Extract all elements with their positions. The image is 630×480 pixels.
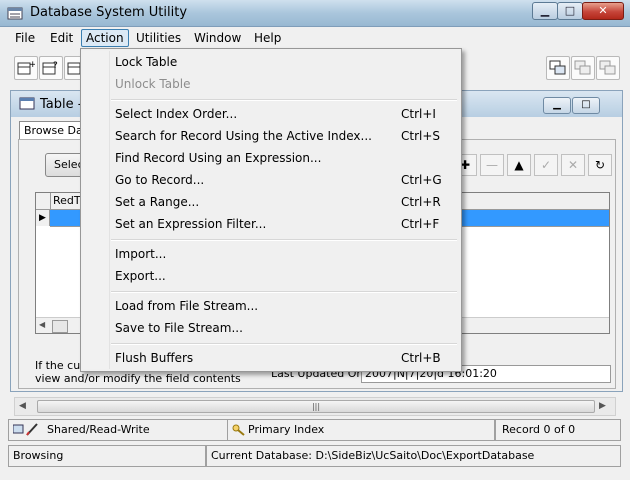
window-title: Database System Utility bbox=[30, 5, 188, 20]
cancel-edit-button[interactable]: ✕ bbox=[561, 154, 585, 176]
arrange-windows-icon bbox=[599, 60, 616, 75]
status-access-panel: Shared/Read-Write bbox=[8, 419, 228, 441]
menu-item-import[interactable]: Import... bbox=[113, 243, 457, 265]
menu-item-set-range[interactable]: Set a Range... Ctrl+R bbox=[113, 191, 457, 213]
mdi-scroll-thumb[interactable]: ||| bbox=[37, 400, 595, 413]
menu-item-select-index-order[interactable]: Select Index Order... Ctrl+I bbox=[113, 103, 457, 125]
maximize-button[interactable]: □ bbox=[557, 2, 583, 20]
edit-record-button[interactable]: ▲ bbox=[507, 154, 531, 176]
menu-item-set-expression-filter[interactable]: Set an Expression Filter... Ctrl+F bbox=[113, 213, 457, 235]
check-icon: ✓ bbox=[540, 158, 552, 172]
mdi-horizontal-scrollbar[interactable]: ◀ ||| ▶ bbox=[14, 397, 616, 416]
menu-item-flush-buffers[interactable]: Flush Buffers Ctrl+B bbox=[113, 347, 457, 369]
scroll-left-icon[interactable]: ◀ bbox=[19, 401, 26, 411]
menu-item-export[interactable]: Export... bbox=[113, 265, 457, 287]
menu-separator bbox=[111, 291, 457, 293]
triangle-up-icon: ▲ bbox=[514, 158, 524, 172]
menu-bar: File Edit Action Utilities Window Help bbox=[0, 27, 630, 48]
menu-icon-gutter bbox=[83, 51, 110, 369]
status-bar-top: Shared/Read-Write Primary Index Record 0… bbox=[8, 419, 621, 441]
svg-text:?: ? bbox=[53, 61, 58, 71]
x-icon: ✕ bbox=[567, 158, 579, 172]
child-maximize-button[interactable]: □ bbox=[572, 97, 600, 114]
menu-separator bbox=[111, 239, 457, 241]
database-app-icon bbox=[7, 7, 23, 20]
cascade-windows-icon bbox=[549, 60, 566, 75]
table-help-icon: ? bbox=[42, 61, 58, 75]
refresh-button[interactable]: ↻ bbox=[588, 154, 612, 176]
grid-scroll-thumb[interactable] bbox=[52, 320, 68, 333]
new-table-button[interactable]: + bbox=[14, 56, 38, 80]
child-window-title: Table - bbox=[40, 97, 83, 112]
scroll-right-icon[interactable]: ▶ bbox=[599, 401, 606, 411]
row-indicator-icon: ▶ bbox=[36, 210, 50, 226]
window-tile-button[interactable] bbox=[571, 56, 595, 80]
menu-item-search-record-index[interactable]: Search for Record Using the Active Index… bbox=[113, 125, 457, 147]
menu-separator bbox=[111, 343, 457, 345]
window-cascade-button[interactable] bbox=[546, 56, 570, 80]
new-table-icon: + bbox=[17, 60, 35, 75]
main-window: Database System Utility ▁ □ ✕ File Edit … bbox=[0, 0, 630, 480]
tile-windows-icon bbox=[574, 60, 591, 75]
action-menu-dropdown: Lock Table Unlock Table Select Index Ord… bbox=[80, 48, 462, 372]
status-record-panel: Record 0 of 0 bbox=[495, 419, 621, 441]
status-database-text: Current Database: D:\SideBiz\UcSaito\Doc… bbox=[211, 449, 535, 462]
title-bar: Database System Utility ▁ □ ✕ bbox=[0, 0, 630, 27]
minimize-button[interactable]: ▁ bbox=[532, 2, 558, 20]
status-database-panel: Current Database: D:\SideBiz\UcSaito\Doc… bbox=[206, 445, 621, 467]
svg-text:+: + bbox=[29, 60, 35, 70]
status-index-text: Primary Index bbox=[248, 423, 325, 436]
menu-action[interactable]: Action bbox=[81, 29, 129, 47]
scroll-left-icon[interactable]: ◀ bbox=[39, 320, 45, 329]
menu-window[interactable]: Window bbox=[190, 30, 245, 46]
refresh-icon: ↻ bbox=[594, 158, 606, 172]
delete-record-button[interactable]: — bbox=[480, 154, 504, 176]
menu-item-lock-table[interactable]: Lock Table bbox=[113, 51, 457, 73]
menu-utilities[interactable]: Utilities bbox=[132, 30, 185, 46]
status-bar-bottom: Browsing Current Database: D:\SideBiz\Uc… bbox=[8, 445, 621, 467]
menu-separator bbox=[111, 99, 457, 101]
menu-item-go-to-record[interactable]: Go to Record... Ctrl+G bbox=[113, 169, 457, 191]
key-icon bbox=[232, 424, 245, 436]
menu-item-load-file-stream[interactable]: Load from File Stream... bbox=[113, 295, 457, 317]
status-mode-panel: Browsing bbox=[8, 445, 206, 467]
window-arrange-button[interactable] bbox=[596, 56, 620, 80]
menu-item-find-record-expression[interactable]: Find Record Using an Expression... bbox=[113, 147, 457, 169]
close-button[interactable]: ✕ bbox=[582, 2, 624, 20]
shared-access-icon bbox=[13, 423, 38, 436]
child-minimize-button[interactable]: ▁ bbox=[543, 97, 571, 114]
status-mode-text: Browsing bbox=[13, 449, 64, 462]
status-access-text: Shared/Read-Write bbox=[47, 423, 150, 436]
minus-icon: — bbox=[486, 158, 498, 172]
menu-help[interactable]: Help bbox=[250, 30, 285, 46]
table-window-icon bbox=[19, 97, 35, 110]
menu-file[interactable]: File bbox=[11, 30, 39, 46]
menu-item-save-file-stream[interactable]: Save to File Stream... bbox=[113, 317, 457, 339]
grid-column-header[interactable]: RedTi bbox=[50, 193, 83, 209]
tab-browse-data[interactable]: Browse Da bbox=[19, 121, 88, 140]
table-info-button[interactable]: ? bbox=[39, 56, 63, 80]
menu-item-unlock-table[interactable]: Unlock Table bbox=[113, 73, 457, 95]
status-index-panel: Primary Index bbox=[227, 419, 495, 441]
menu-edit[interactable]: Edit bbox=[46, 30, 77, 46]
post-edit-button[interactable]: ✓ bbox=[534, 154, 558, 176]
status-record-text: Record 0 of 0 bbox=[502, 423, 576, 436]
